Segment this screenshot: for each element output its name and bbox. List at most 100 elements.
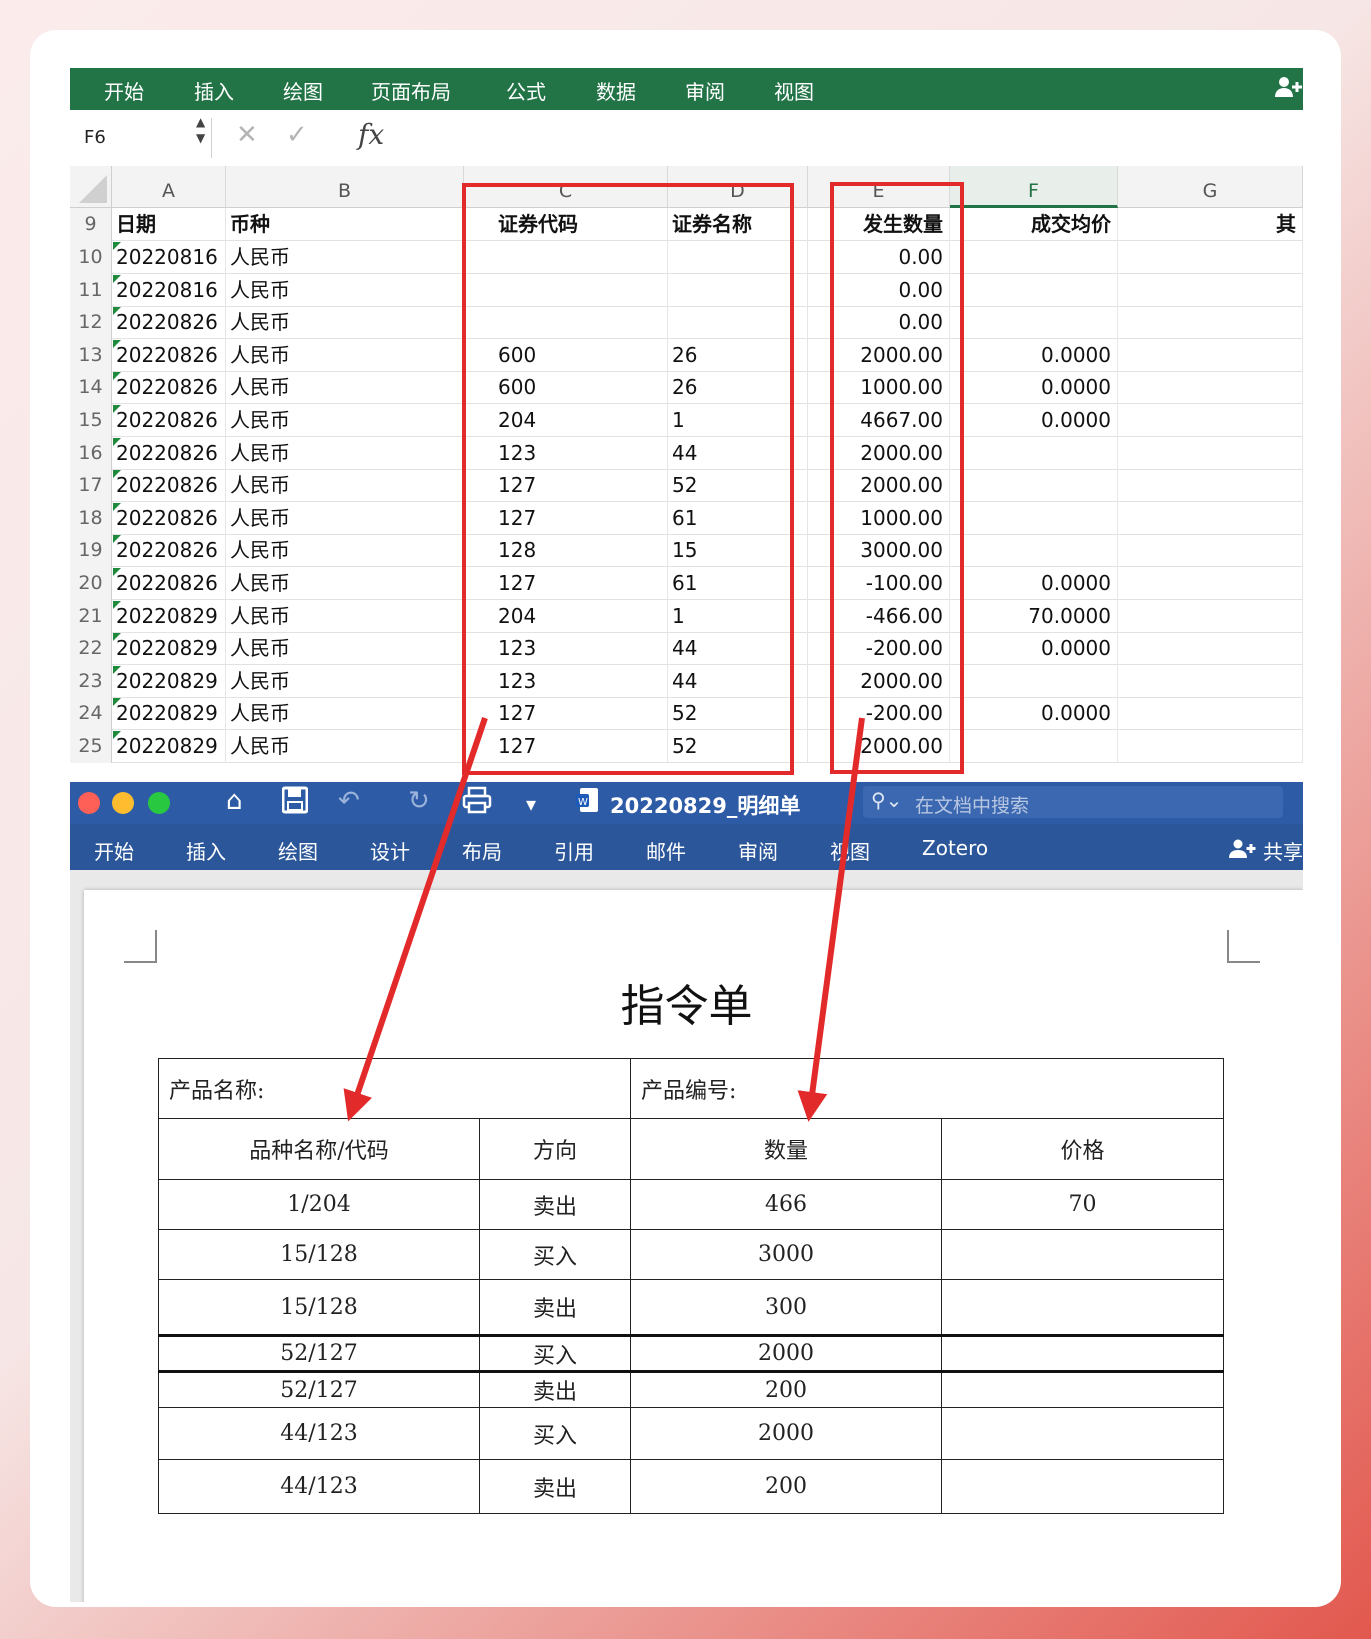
cell-code[interactable]: 128 bbox=[494, 534, 668, 568]
column-header-b[interactable]: B bbox=[226, 166, 464, 208]
cell-other[interactable] bbox=[1118, 273, 1303, 307]
excel-tab-home[interactable]: 开始 bbox=[104, 76, 144, 105]
cell-date[interactable]: 20220826 bbox=[112, 501, 226, 535]
maximize-window-button[interactable] bbox=[148, 792, 170, 814]
cell-date[interactable]: 20220829 bbox=[112, 599, 226, 633]
cell-price[interactable] bbox=[950, 730, 1118, 763]
cell-direction[interactable]: 买入 bbox=[479, 1334, 631, 1372]
excel-tab-view[interactable]: 视图 bbox=[774, 76, 814, 105]
word-tab-mailings[interactable]: 邮件 bbox=[646, 836, 686, 865]
cell-price[interactable] bbox=[950, 241, 1118, 274]
cell-name[interactable]: 44 bbox=[668, 664, 808, 698]
insert-function-icon[interactable]: fx bbox=[358, 118, 384, 151]
cell-code[interactable]: 123 bbox=[494, 436, 668, 470]
cell-currency[interactable]: 人民币 bbox=[226, 371, 464, 405]
cell-code[interactable]: 127 bbox=[494, 730, 668, 763]
cell-other[interactable] bbox=[1118, 730, 1303, 763]
cell-code[interactable]: 127 bbox=[494, 697, 668, 731]
row-header[interactable]: 12 bbox=[70, 306, 112, 340]
cell-price[interactable] bbox=[941, 1370, 1224, 1408]
cell-other[interactable] bbox=[1118, 241, 1303, 274]
cell-qty[interactable]: 0.00 bbox=[808, 241, 950, 274]
cell-price[interactable] bbox=[941, 1459, 1224, 1514]
cell-qty[interactable]: 4667.00 bbox=[808, 404, 950, 437]
customize-toolbar-icon[interactable]: ▾ bbox=[526, 792, 536, 816]
cell-currency[interactable]: 人民币 bbox=[226, 436, 464, 470]
cell-price[interactable] bbox=[950, 306, 1118, 340]
word-tab-zotero[interactable]: Zotero bbox=[922, 836, 988, 860]
cell-qty[interactable]: -466.00 bbox=[808, 599, 950, 633]
save-icon[interactable] bbox=[281, 786, 309, 821]
cell-code[interactable]: 127 bbox=[494, 469, 668, 503]
word-tab-references[interactable]: 引用 bbox=[554, 836, 594, 865]
cell-currency[interactable]: 人民币 bbox=[226, 730, 464, 763]
cell-date[interactable]: 20220816 bbox=[112, 273, 226, 307]
excel-tab-review[interactable]: 审阅 bbox=[685, 76, 725, 105]
cell-name[interactable]: 26 bbox=[668, 371, 808, 405]
cell-name[interactable] bbox=[668, 241, 808, 274]
document-search-input[interactable]: ⚲⌄ 在文档中搜索 bbox=[863, 786, 1283, 818]
column-header-a[interactable]: A bbox=[112, 166, 226, 208]
row-header[interactable]: 25 bbox=[70, 730, 112, 763]
cell-direction[interactable]: 卖出 bbox=[479, 1279, 631, 1336]
cell-other[interactable] bbox=[1118, 338, 1303, 372]
cell-date[interactable]: 20220816 bbox=[112, 241, 226, 274]
cell-other[interactable] bbox=[1118, 404, 1303, 437]
cell-quantity[interactable]: 466 bbox=[630, 1179, 942, 1230]
cell-qty[interactable]: 2000.00 bbox=[808, 469, 950, 503]
cell-quantity[interactable]: 2000 bbox=[630, 1334, 942, 1372]
word-tab-view[interactable]: 视图 bbox=[830, 836, 870, 865]
cell-code[interactable]: 123 bbox=[494, 632, 668, 666]
product-name-label[interactable]: 产品名称: bbox=[158, 1058, 631, 1119]
cell-currency[interactable]: 人民币 bbox=[226, 469, 464, 503]
cell-quantity[interactable]: 200 bbox=[630, 1370, 942, 1408]
column-header-g[interactable]: G bbox=[1118, 166, 1303, 208]
cell-price[interactable]: 0.0000 bbox=[950, 338, 1118, 372]
row-header[interactable]: 13 bbox=[70, 338, 112, 372]
word-tab-review[interactable]: 审阅 bbox=[738, 836, 778, 865]
print-icon[interactable] bbox=[462, 786, 492, 821]
cell-code[interactable]: 127 bbox=[494, 567, 668, 600]
word-tab-insert[interactable]: 插入 bbox=[186, 836, 226, 865]
cell-currency[interactable]: 人民币 bbox=[226, 697, 464, 731]
cell-quantity[interactable]: 3000 bbox=[630, 1229, 942, 1280]
cell-direction[interactable]: 卖出 bbox=[479, 1370, 631, 1408]
cell-instrument[interactable]: 44/123 bbox=[158, 1459, 480, 1514]
cell-price[interactable] bbox=[950, 436, 1118, 470]
undo-icon[interactable]: ↶ bbox=[338, 786, 360, 816]
cell-price[interactable] bbox=[950, 664, 1118, 698]
row-header[interactable]: 17 bbox=[70, 469, 112, 503]
cell-price[interactable]: 0.0000 bbox=[950, 632, 1118, 666]
minimize-window-button[interactable] bbox=[112, 792, 134, 814]
row-header[interactable]: 11 bbox=[70, 273, 112, 307]
redo-icon[interactable]: ↻ bbox=[408, 786, 430, 816]
add-user-icon[interactable] bbox=[1275, 76, 1303, 103]
cell-price[interactable]: 70.0000 bbox=[950, 599, 1118, 633]
cell-direction[interactable]: 卖出 bbox=[479, 1179, 631, 1230]
cell-other[interactable] bbox=[1118, 469, 1303, 503]
cell-qty[interactable]: 2000.00 bbox=[808, 730, 950, 763]
cell-code[interactable] bbox=[494, 241, 668, 274]
cell-qty[interactable]: 2000.00 bbox=[808, 664, 950, 698]
row-header[interactable]: 24 bbox=[70, 697, 112, 731]
cell-currency[interactable]: 人民币 bbox=[226, 306, 464, 340]
cell-currency[interactable]: 人民币 bbox=[226, 534, 464, 568]
word-tab-design[interactable]: 设计 bbox=[370, 836, 410, 865]
word-tab-draw[interactable]: 绘图 bbox=[278, 836, 318, 865]
cell-date[interactable]: 20220826 bbox=[112, 306, 226, 340]
cell-qty-header[interactable]: 发生数量 bbox=[808, 208, 950, 241]
row-header[interactable]: 22 bbox=[70, 632, 112, 666]
col-header-quantity[interactable]: 数量 bbox=[630, 1118, 942, 1180]
cell-direction[interactable]: 买入 bbox=[479, 1407, 631, 1460]
cell-other[interactable] bbox=[1118, 664, 1303, 698]
cell-other[interactable] bbox=[1118, 371, 1303, 405]
word-tab-layout[interactable]: 布局 bbox=[462, 836, 502, 865]
excel-tab-page-layout[interactable]: 页面布局 bbox=[371, 76, 451, 105]
cell-code[interactable]: 600 bbox=[494, 338, 668, 372]
cell-price[interactable] bbox=[941, 1407, 1224, 1460]
cell-currency[interactable]: 人民币 bbox=[226, 567, 464, 600]
close-window-button[interactable] bbox=[78, 792, 100, 814]
cell-quantity[interactable]: 300 bbox=[630, 1279, 942, 1336]
cell-quantity[interactable]: 2000 bbox=[630, 1407, 942, 1460]
cell-other[interactable] bbox=[1118, 534, 1303, 568]
